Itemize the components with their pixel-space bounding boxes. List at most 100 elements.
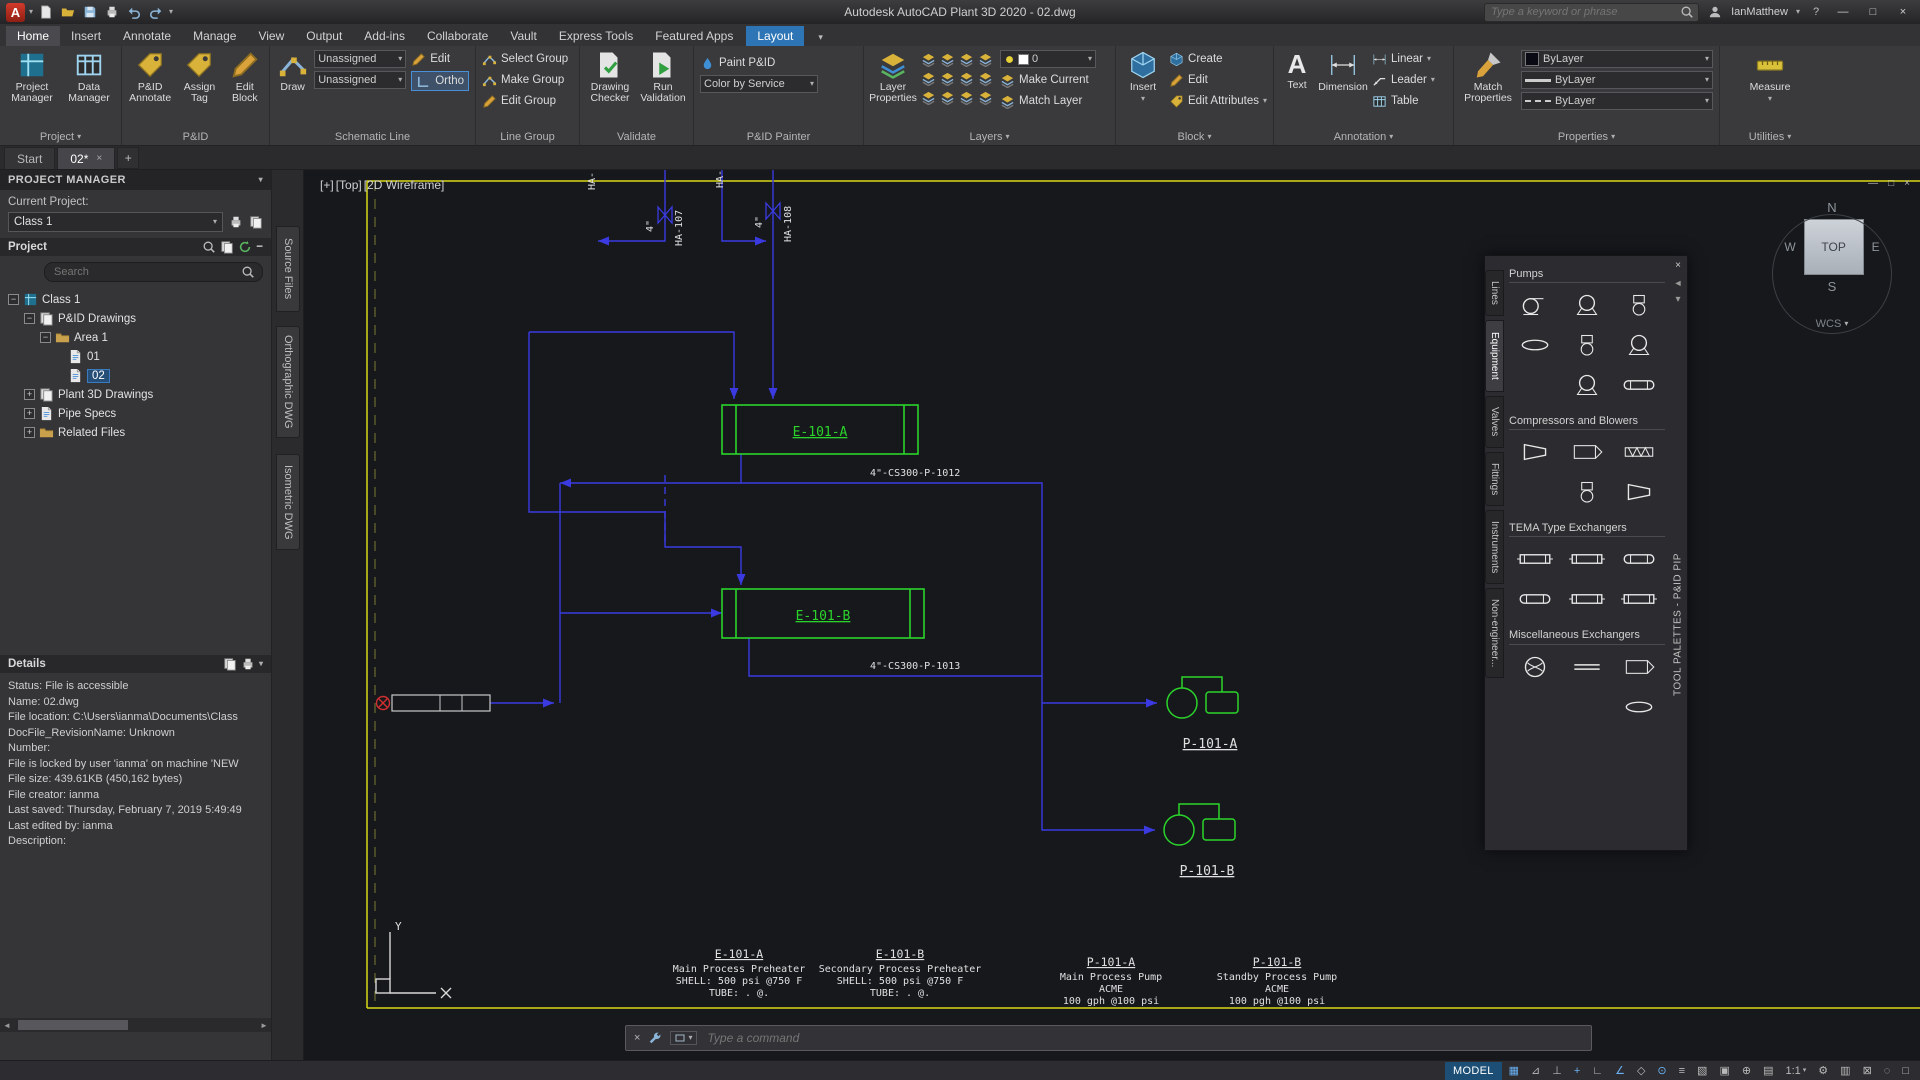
tab-express-tools[interactable]: Express Tools: [548, 26, 644, 46]
expander-icon[interactable]: +: [24, 408, 35, 419]
isolate-objects-icon[interactable]: ◌: [1879, 1062, 1896, 1080]
tab-annotate[interactable]: Annotate: [112, 26, 182, 46]
palette-item-pump[interactable]: [1561, 285, 1613, 325]
viewcube[interactable]: N W TOP E S WCS ▾: [1766, 200, 1898, 330]
dimension-button[interactable]: Dimension: [1319, 50, 1367, 93]
app-logo-icon[interactable]: A: [6, 3, 25, 22]
palette-properties-icon[interactable]: ▾: [1671, 292, 1685, 306]
inline-instrument[interactable]: [377, 695, 491, 711]
palette-close-icon[interactable]: ×: [1671, 258, 1685, 272]
palette-item-exchanger[interactable]: [1509, 539, 1561, 579]
tab-insert[interactable]: Insert: [60, 26, 112, 46]
command-input[interactable]: [705, 1030, 1583, 1046]
project-search-input[interactable]: [52, 265, 241, 279]
draw-button[interactable]: Draw: [276, 50, 309, 93]
current-project-combo[interactable]: Class 1 ▾: [8, 212, 223, 232]
linear-dimension-button[interactable]: Linear ▾: [1372, 50, 1435, 68]
model-space-button[interactable]: MODEL: [1445, 1062, 1502, 1080]
tab-orthographic-dwg[interactable]: Orthographic DWG: [276, 326, 300, 438]
recent-commands-button[interactable]: ▾: [670, 1031, 697, 1045]
layer-tool-icon[interactable]: [978, 71, 993, 86]
tab-view[interactable]: View: [247, 26, 295, 46]
qat-customize-caret-icon[interactable]: ▾: [169, 8, 173, 16]
help-button[interactable]: ?: [1808, 4, 1824, 20]
file-tab-02[interactable]: 02* ×: [57, 147, 115, 169]
panel-label-utilities[interactable]: Utilities▾: [1720, 129, 1820, 145]
make-current-button[interactable]: Make Current: [1000, 71, 1096, 89]
panel-label-layers[interactable]: Layers▾: [864, 129, 1115, 145]
run-validation-button[interactable]: Run Validation: [639, 50, 687, 104]
layer-tool-icon[interactable]: [959, 90, 974, 105]
palette-item-pump[interactable]: [1613, 325, 1665, 365]
pump-B-tag[interactable]: P-101-B: [1180, 864, 1235, 879]
panel-dock-caret-icon[interactable]: ▾: [259, 176, 263, 184]
create-block-button[interactable]: Create: [1169, 50, 1267, 68]
pump-A-tag[interactable]: P-101-A: [1183, 737, 1238, 752]
panel-label-project[interactable]: Project▾: [0, 129, 121, 145]
palette-item-compressor[interactable]: [1561, 432, 1613, 472]
tab-source-files[interactable]: Source Files: [276, 226, 300, 312]
lineweight-display-icon[interactable]: ≡: [1674, 1062, 1690, 1080]
tab-output[interactable]: Output: [295, 26, 353, 46]
lock-ui-icon[interactable]: ⊠: [1858, 1062, 1877, 1080]
tab-layout[interactable]: Layout: [746, 26, 804, 46]
doc-close-icon[interactable]: ×: [1904, 178, 1910, 189]
palette-autohide-icon[interactable]: ◄: [1671, 276, 1685, 290]
details-caret-icon[interactable]: ▾: [259, 660, 263, 668]
valve-tag-HA-108[interactable]: HA-108: [783, 206, 794, 242]
help-search-box[interactable]: [1484, 3, 1699, 22]
palette-item-compressor[interactable]: [1561, 472, 1613, 512]
palette-tab-lines[interactable]: Lines: [1485, 270, 1504, 316]
project-sheets-icon[interactable]: [249, 215, 263, 229]
panel-label-properties[interactable]: Properties▾: [1454, 129, 1719, 145]
object-color-combo[interactable]: ByLayer ▾: [1521, 50, 1713, 68]
expander-icon[interactable]: −: [24, 313, 35, 324]
measure-button[interactable]: Measure ▾: [1742, 50, 1798, 103]
details-copy-icon[interactable]: [223, 657, 237, 671]
new-file-button[interactable]: [37, 3, 55, 21]
tree-node-class1[interactable]: − Class 1: [0, 290, 271, 309]
tree-node-pid-drawings[interactable]: − P&ID Drawings: [0, 309, 271, 328]
polar-tracking-icon[interactable]: ∠: [1610, 1062, 1630, 1080]
close-button[interactable]: ×: [1892, 3, 1914, 21]
expander-icon[interactable]: −: [40, 332, 51, 343]
tab-isometric-dwg[interactable]: Isometric DWG: [276, 454, 300, 550]
user-avatar-icon[interactable]: [1707, 4, 1723, 20]
open-file-button[interactable]: [59, 3, 77, 21]
file-tab-start[interactable]: Start: [4, 147, 55, 169]
viewport-plus-control[interactable]: [+]: [320, 178, 334, 192]
match-layer-button[interactable]: Match Layer: [1000, 92, 1096, 110]
quick-properties-icon[interactable]: ▥: [1835, 1062, 1855, 1080]
edit-attributes-button[interactable]: Edit Attributes ▾: [1169, 92, 1267, 110]
viewport-view-control[interactable]: [Top]: [336, 178, 362, 192]
tree-node-02-selected[interactable]: 02: [0, 366, 271, 385]
project-search-icon[interactable]: [202, 240, 216, 254]
project-new-icon[interactable]: [220, 240, 234, 254]
layer-combo[interactable]: 0 ▾: [1000, 50, 1096, 68]
palette-item-misc-exchanger[interactable]: [1613, 647, 1665, 687]
command-close-icon[interactable]: ×: [634, 1032, 640, 1044]
new-drawing-tab-button[interactable]: +: [117, 147, 139, 169]
table-button[interactable]: Table: [1372, 92, 1435, 110]
panel-label-annotation[interactable]: Annotation▾: [1274, 129, 1453, 145]
palette-item-compressor[interactable]: [1613, 432, 1665, 472]
drawing-checker-button[interactable]: Drawing Checker: [586, 50, 634, 104]
tab-addins[interactable]: Add-ins: [353, 26, 416, 46]
clean-screen-icon[interactable]: □: [1897, 1062, 1914, 1080]
details-print-icon[interactable]: [241, 657, 255, 671]
palette-item-exchanger[interactable]: [1561, 579, 1613, 619]
pipe-label-1012[interactable]: 4"-CS300-P-1012: [870, 468, 960, 479]
viewcube-north[interactable]: N: [1766, 200, 1898, 215]
palette-tab-non-engineered[interactable]: Non-engineer...: [1485, 588, 1504, 678]
schematic-edit-button[interactable]: Edit: [411, 50, 469, 68]
palette-item-pump[interactable]: [1613, 285, 1665, 325]
tab-collaborate[interactable]: Collaborate: [416, 26, 499, 46]
tab-manage[interactable]: Manage: [182, 26, 247, 46]
project-search-box[interactable]: [44, 262, 263, 282]
redo-button[interactable]: [147, 3, 165, 21]
palette-item-misc-exchanger[interactable]: [1509, 647, 1561, 687]
pipe-label-1013[interactable]: 4"-CS300-P-1013: [870, 661, 960, 672]
tab-featured-apps[interactable]: Featured Apps: [644, 26, 744, 46]
layer-tool-icon[interactable]: [978, 90, 993, 105]
palette-item-pump[interactable]: [1509, 285, 1561, 325]
